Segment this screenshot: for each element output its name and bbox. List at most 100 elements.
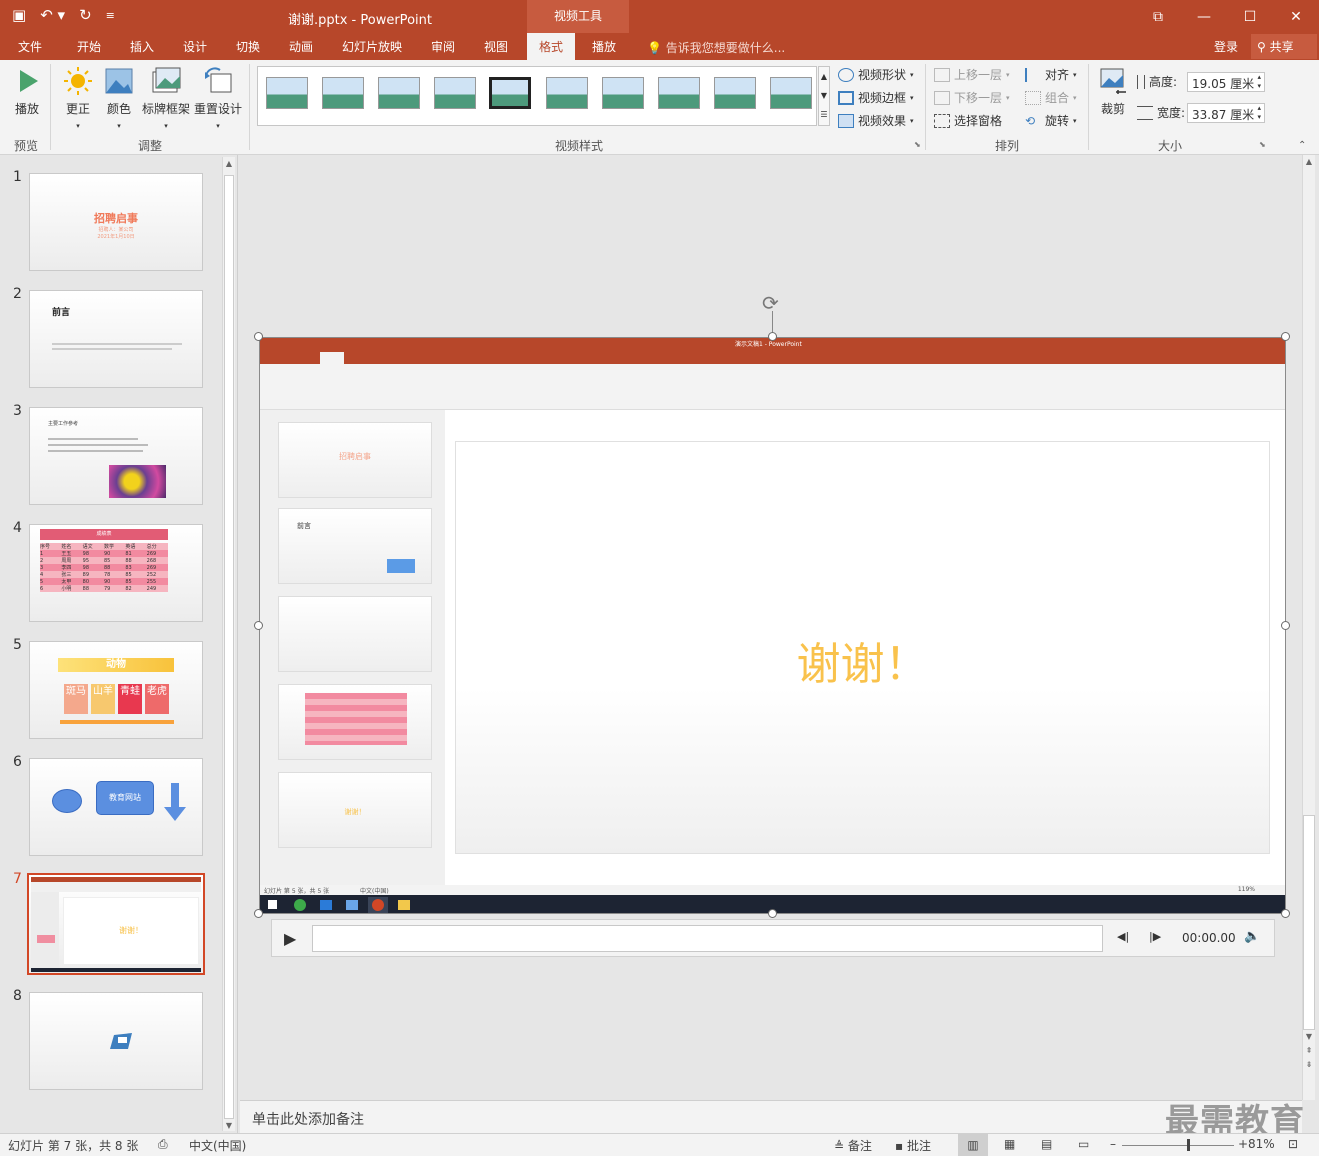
- next-slide-icon[interactable]: ⇟: [1303, 1058, 1315, 1072]
- thumbnail-pane-scrollbar[interactable]: ▲ ▼: [222, 157, 235, 1131]
- height-field[interactable]: 19.05 厘米 ▴ ▾: [1187, 72, 1265, 92]
- scroll-thumb[interactable]: [1303, 815, 1315, 1030]
- align-button[interactable]: 对齐 ▾: [1025, 66, 1077, 83]
- group-button[interactable]: 组合 ▾: [1025, 89, 1077, 106]
- tab-playback[interactable]: 播放: [592, 38, 616, 55]
- zoom-in-icon[interactable]: +: [1238, 1137, 1248, 1151]
- previous-slide-icon[interactable]: ⇞: [1303, 1044, 1315, 1058]
- resize-handle[interactable]: [1281, 909, 1290, 918]
- scroll-up-icon[interactable]: ▲: [223, 157, 235, 171]
- resize-handle[interactable]: [768, 909, 777, 918]
- slide-thumbnail-3[interactable]: 主要工作参考: [29, 407, 203, 505]
- send-backward-button[interactable]: 下移一层 ▾: [934, 89, 1010, 106]
- minimize-icon[interactable]: —: [1181, 0, 1227, 33]
- tab-slideshow[interactable]: 幻灯片放映: [342, 38, 402, 55]
- rotate-handle-icon[interactable]: ⟳: [762, 291, 779, 315]
- fit-to-window-icon[interactable]: ⊡: [1288, 1137, 1298, 1151]
- video-style-option[interactable]: [546, 77, 588, 109]
- video-shape-button[interactable]: 视频形状 ▾: [838, 66, 914, 83]
- zoom-slider[interactable]: [1122, 1145, 1234, 1146]
- selection-pane-button[interactable]: 选择窗格: [934, 112, 1002, 129]
- video-style-option-selected[interactable]: [489, 77, 531, 109]
- notes-toggle[interactable]: ≜ 备注: [834, 1137, 872, 1154]
- video-object[interactable]: 演示文稿1 - PowerPoint 招聘启事 前言 谢谢！ 谢谢！ 幻灯片 第…: [259, 337, 1286, 914]
- video-style-option[interactable]: [434, 77, 476, 109]
- scroll-down-icon[interactable]: ▼: [1303, 1030, 1315, 1044]
- resize-handle[interactable]: [254, 909, 263, 918]
- slide-thumbnail-5[interactable]: 动物 斑马 山羊 青蛙 老虎: [29, 641, 203, 739]
- poster-frame-button[interactable]: 标牌框架 ▾: [142, 66, 190, 131]
- save-icon[interactable]: ▣: [12, 6, 26, 24]
- ribbon-display-icon[interactable]: ⧉: [1135, 0, 1181, 33]
- zoom-slider-thumb[interactable]: [1186, 1139, 1190, 1151]
- dialog-launcher-icon[interactable]: ⬊: [914, 140, 921, 149]
- crop-button[interactable]: 裁剪: [1098, 66, 1128, 117]
- redo-icon[interactable]: ↻: [79, 6, 92, 24]
- tab-animations[interactable]: 动画: [289, 38, 313, 55]
- slide-thumbnail-7[interactable]: 谢谢！: [27, 873, 205, 975]
- play-button[interactable]: 播放: [12, 66, 42, 117]
- step-forward-icon[interactable]: |▶: [1149, 930, 1161, 943]
- rotate-button[interactable]: ⟲ 旋转 ▾: [1025, 112, 1077, 129]
- video-effects-button[interactable]: 视频效果 ▾: [838, 112, 914, 129]
- scroll-down-icon[interactable]: ▼: [223, 1119, 235, 1133]
- normal-view-icon[interactable]: ▥: [958, 1134, 988, 1156]
- resize-handle[interactable]: [254, 332, 263, 341]
- video-style-option[interactable]: [770, 77, 812, 109]
- scroll-up-icon[interactable]: ▲: [1303, 155, 1315, 169]
- color-button[interactable]: 颜色 ▾: [104, 66, 134, 131]
- video-border-button[interactable]: 视频边框 ▾: [838, 89, 914, 106]
- tell-me-box[interactable]: 💡 告诉我您想要做什么...: [647, 39, 785, 56]
- video-style-option[interactable]: [378, 77, 420, 109]
- corrections-button[interactable]: 更正 ▾: [63, 66, 93, 131]
- chevron-up-icon[interactable]: ▲: [821, 72, 827, 81]
- comments-toggle[interactable]: ▪ 批注: [895, 1137, 931, 1154]
- maximize-icon[interactable]: ☐: [1227, 0, 1273, 33]
- slide-thumbnail-8[interactable]: [29, 992, 203, 1090]
- collapse-ribbon-icon[interactable]: ⌃: [1298, 140, 1306, 151]
- undo-icon[interactable]: ↶ ▾: [40, 6, 65, 24]
- slide-sorter-icon[interactable]: ▦: [1004, 1137, 1015, 1151]
- video-style-option[interactable]: [714, 77, 756, 109]
- tab-transitions[interactable]: 切换: [236, 38, 260, 55]
- reset-design-button[interactable]: 重置设计 ▾: [194, 66, 242, 131]
- notes-pane[interactable]: 单击此处添加备注: [240, 1100, 1302, 1133]
- slideshow-icon[interactable]: ▭: [1078, 1137, 1089, 1151]
- login-link[interactable]: 登录: [1214, 38, 1238, 55]
- width-field[interactable]: 33.87 厘米 ▴ ▾: [1187, 103, 1265, 123]
- reading-view-icon[interactable]: ▤: [1041, 1137, 1052, 1151]
- resize-handle[interactable]: [1281, 621, 1290, 630]
- gallery-scroll[interactable]: ▲ ▼ ☰: [818, 66, 830, 126]
- spin-icon[interactable]: ▴ ▾: [1257, 104, 1261, 122]
- play-icon[interactable]: ▶: [284, 929, 296, 948]
- slide-thumbnail-2[interactable]: 前言: [29, 290, 203, 388]
- spin-icon[interactable]: ▴ ▾: [1257, 73, 1261, 91]
- bring-forward-button[interactable]: 上移一层 ▾: [934, 66, 1010, 83]
- media-timeline[interactable]: [312, 925, 1103, 952]
- customize-icon[interactable]: ≡: [106, 9, 115, 22]
- language-indicator[interactable]: 中文(中国): [189, 1137, 246, 1154]
- share-button[interactable]: ⚲ 共享: [1251, 34, 1317, 59]
- tab-review[interactable]: 审阅: [431, 38, 455, 55]
- gallery-more-icon[interactable]: ☰: [820, 110, 827, 119]
- tab-design[interactable]: 设计: [183, 38, 207, 55]
- video-style-option[interactable]: [322, 77, 364, 109]
- step-back-icon[interactable]: ◀|: [1117, 930, 1129, 943]
- dialog-launcher-icon[interactable]: ⬊: [1259, 140, 1266, 149]
- tab-view[interactable]: 视图: [484, 38, 508, 55]
- resize-handle[interactable]: [254, 621, 263, 630]
- tab-file[interactable]: 文件: [18, 38, 42, 55]
- editor-scrollbar[interactable]: ▲ ▼ ⇞ ⇟: [1302, 155, 1315, 1100]
- resize-handle[interactable]: [768, 332, 777, 341]
- close-icon[interactable]: ✕: [1273, 0, 1319, 33]
- tab-format[interactable]: 格式: [527, 33, 576, 60]
- slide-thumbnail-1[interactable]: 招聘启事 招聘人：某公司 2021年1月10日: [29, 173, 203, 271]
- video-style-option[interactable]: [658, 77, 700, 109]
- chevron-down-icon[interactable]: ▼: [821, 91, 827, 100]
- scroll-thumb[interactable]: [224, 175, 234, 1119]
- tab-home[interactable]: 开始: [77, 38, 101, 55]
- zoom-out-icon[interactable]: –: [1110, 1137, 1116, 1151]
- tab-insert[interactable]: 插入: [130, 38, 154, 55]
- volume-icon[interactable]: 🔈: [1244, 929, 1260, 944]
- video-style-option[interactable]: [602, 77, 644, 109]
